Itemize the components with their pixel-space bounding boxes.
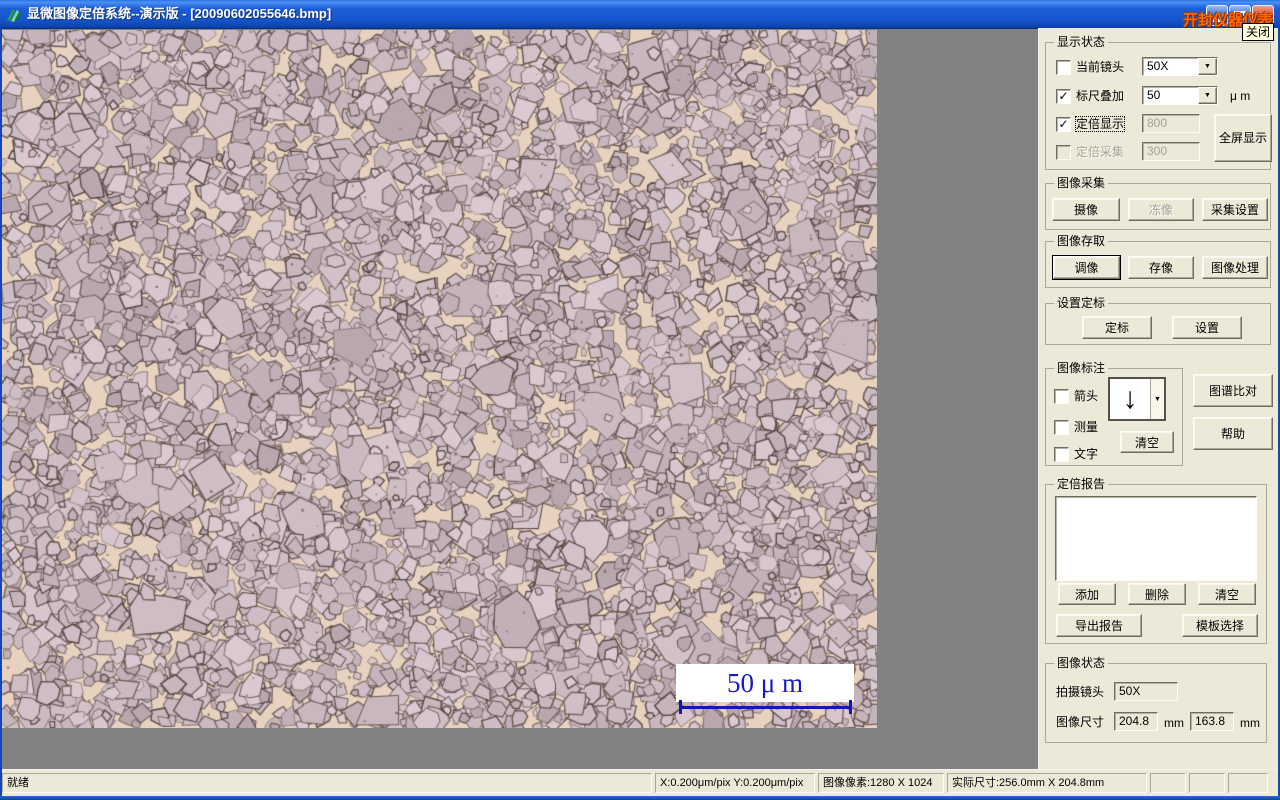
- chevron-down-icon: ▼: [1204, 92, 1211, 99]
- status-spare-2: [1189, 773, 1225, 793]
- measure-checkbox[interactable]: [1054, 420, 1069, 435]
- report-add-button[interactable]: 添加: [1058, 583, 1116, 605]
- fixed-capture-checkbox: [1056, 145, 1071, 160]
- fixed-capture-label: 定倍采集: [1076, 145, 1125, 159]
- atlas-compare-button[interactable]: 图谱比对: [1193, 374, 1273, 407]
- report-clear-button[interactable]: 清空: [1198, 583, 1256, 605]
- current-lens-checkbox[interactable]: [1056, 60, 1071, 75]
- report-delete-button[interactable]: 删除: [1128, 583, 1186, 605]
- group-report-title: 定倍报告: [1054, 477, 1109, 491]
- status-pixel-info: 图像像素:1280 X 1024: [818, 773, 944, 793]
- report-list[interactable]: [1055, 496, 1257, 581]
- arrow-down-icon: ↓: [1122, 382, 1138, 415]
- group-report: 定倍报告 添加 删除 清空 导出报告 模板选择: [1045, 477, 1267, 644]
- arrow-style-select[interactable]: ↓ ▼: [1108, 377, 1166, 421]
- calibrate-button[interactable]: 定标: [1082, 316, 1152, 339]
- ruler-overlay-checkbox[interactable]: ✓: [1056, 89, 1071, 104]
- window-border-left: [0, 28, 2, 796]
- group-image-storage-title: 图像存取: [1054, 234, 1109, 248]
- group-image-status: 图像状态 拍摄镜头 50X 图像尺寸 204.8 mm 163.8 mm: [1045, 656, 1267, 743]
- control-panel: 显示状态 当前镜头 50X ▼ ✓ 标尺叠加 50 ▼ μ m ✓ 定倍显示 8…: [1038, 28, 1280, 769]
- group-image-capture-title: 图像采集: [1054, 176, 1109, 190]
- save-image-button[interactable]: 存像: [1128, 256, 1194, 279]
- help-button[interactable]: 帮助: [1193, 417, 1273, 450]
- ruler-overlay-label: 标尺叠加: [1076, 89, 1125, 103]
- image-width-field: 204.8: [1114, 712, 1158, 731]
- checkmark-icon: ✓: [1058, 88, 1069, 103]
- group-image-status-title: 图像状态: [1054, 656, 1109, 670]
- current-lens-label: 当前镜头: [1076, 60, 1125, 74]
- scalebar-tick-left: [679, 700, 682, 714]
- group-calibration: 设置定标 定标 设置: [1045, 296, 1271, 345]
- chevron-down-icon: ▼: [1154, 395, 1161, 403]
- group-display-status-title: 显示状态: [1054, 35, 1109, 49]
- fixed-display-input: 800: [1142, 114, 1200, 133]
- load-image-button[interactable]: 调像: [1053, 256, 1120, 279]
- status-spare-1: [1150, 773, 1186, 793]
- height-unit-label: mm: [1240, 716, 1260, 730]
- group-image-storage: 图像存取 调像 存像 图像处理: [1045, 234, 1271, 288]
- micrograph-viewer: 50 μ m: [2, 30, 877, 728]
- measure-label: 测量: [1074, 420, 1099, 434]
- report-template-button[interactable]: 模板选择: [1182, 614, 1258, 637]
- lens-value-field: 50X: [1114, 682, 1178, 701]
- status-bar: 就绪 X:0.200μm/pix Y:0.200μm/pix 图像像素:1280…: [0, 769, 1280, 797]
- scalebar-label-box: 50 μ m: [676, 664, 854, 702]
- group-calibration-title: 设置定标: [1054, 296, 1109, 310]
- group-annotation-title: 图像标注: [1054, 361, 1109, 375]
- shoot-button[interactable]: 摄像: [1052, 198, 1120, 221]
- text-label: 文字: [1074, 447, 1099, 461]
- status-spare-3: [1228, 773, 1268, 793]
- current-lens-value: 50X: [1147, 59, 1169, 73]
- arrow-label: 箭头: [1074, 389, 1099, 403]
- close-tooltip: 关闭: [1242, 23, 1275, 41]
- ruler-size-select[interactable]: 50 ▼: [1142, 86, 1218, 105]
- group-annotation: 图像标注 箭头 ↓ ▼ 测量 清空 文字: [1045, 361, 1183, 466]
- minimize-button[interactable]: [1206, 5, 1228, 26]
- scalebar-label: 50 μ m: [727, 667, 803, 698]
- calibration-settings-button[interactable]: 设置: [1172, 316, 1242, 339]
- lens-label: 拍摄镜头: [1056, 685, 1105, 699]
- image-height-field: 163.8: [1190, 712, 1234, 731]
- app-window: 显微图像定倍系统--演示版 - [20090602055646.bmp] × 开…: [0, 0, 1280, 800]
- checkmark-icon: ✓: [1058, 116, 1069, 131]
- capture-settings-button[interactable]: 采集设置: [1202, 198, 1268, 221]
- image-size-label: 图像尺寸: [1056, 715, 1105, 729]
- window-border-bottom: [0, 796, 1280, 800]
- scalebar-tick-right: [849, 700, 852, 714]
- status-ready: 就绪: [2, 773, 652, 793]
- fullscreen-button[interactable]: 全屏显示: [1214, 114, 1272, 162]
- width-unit-label: mm: [1164, 716, 1184, 730]
- minimize-icon: [1212, 18, 1222, 22]
- ruler-size-value: 50: [1147, 88, 1161, 102]
- scalebar-line: [680, 706, 851, 709]
- group-image-capture: 图像采集 摄像 冻像 采集设置: [1045, 176, 1271, 230]
- group-display-status: 显示状态 当前镜头 50X ▼ ✓ 标尺叠加 50 ▼ μ m ✓ 定倍显示 8…: [1045, 35, 1272, 170]
- fixed-display-label: 定倍显示: [1074, 116, 1126, 132]
- arrow-checkbox[interactable]: [1054, 389, 1069, 404]
- image-process-button[interactable]: 图像处理: [1202, 256, 1268, 279]
- restore-icon: [1234, 10, 1246, 21]
- titlebar[interactable]: 显微图像定倍系统--演示版 - [20090602055646.bmp] × 开…: [0, 0, 1280, 29]
- current-lens-select[interactable]: 50X ▼: [1142, 57, 1218, 76]
- window-title: 显微图像定倍系统--演示版 - [20090602055646.bmp]: [27, 6, 332, 21]
- text-checkbox[interactable]: [1054, 447, 1069, 462]
- fixed-capture-input: 300: [1142, 142, 1200, 161]
- status-scale-info: X:0.200μm/pix Y:0.200μm/pix: [655, 773, 815, 793]
- app-icon: [5, 6, 22, 23]
- arrow-style-dropdown-button[interactable]: ▼: [1150, 379, 1164, 419]
- fixed-display-checkbox[interactable]: ✓: [1056, 117, 1071, 132]
- annotation-clear-button[interactable]: 清空: [1120, 431, 1174, 453]
- chevron-down-icon: ▼: [1204, 63, 1211, 70]
- current-lens-dropdown-button[interactable]: ▼: [1198, 58, 1217, 75]
- ruler-unit-label: μ m: [1230, 89, 1251, 103]
- micrograph-image: [2, 30, 877, 728]
- ruler-size-dropdown-button[interactable]: ▼: [1198, 87, 1217, 104]
- status-size-info: 实际尺寸:256.0mm X 204.8mm: [947, 773, 1147, 793]
- freeze-button: 冻像: [1128, 198, 1194, 221]
- report-export-button[interactable]: 导出报告: [1056, 614, 1142, 637]
